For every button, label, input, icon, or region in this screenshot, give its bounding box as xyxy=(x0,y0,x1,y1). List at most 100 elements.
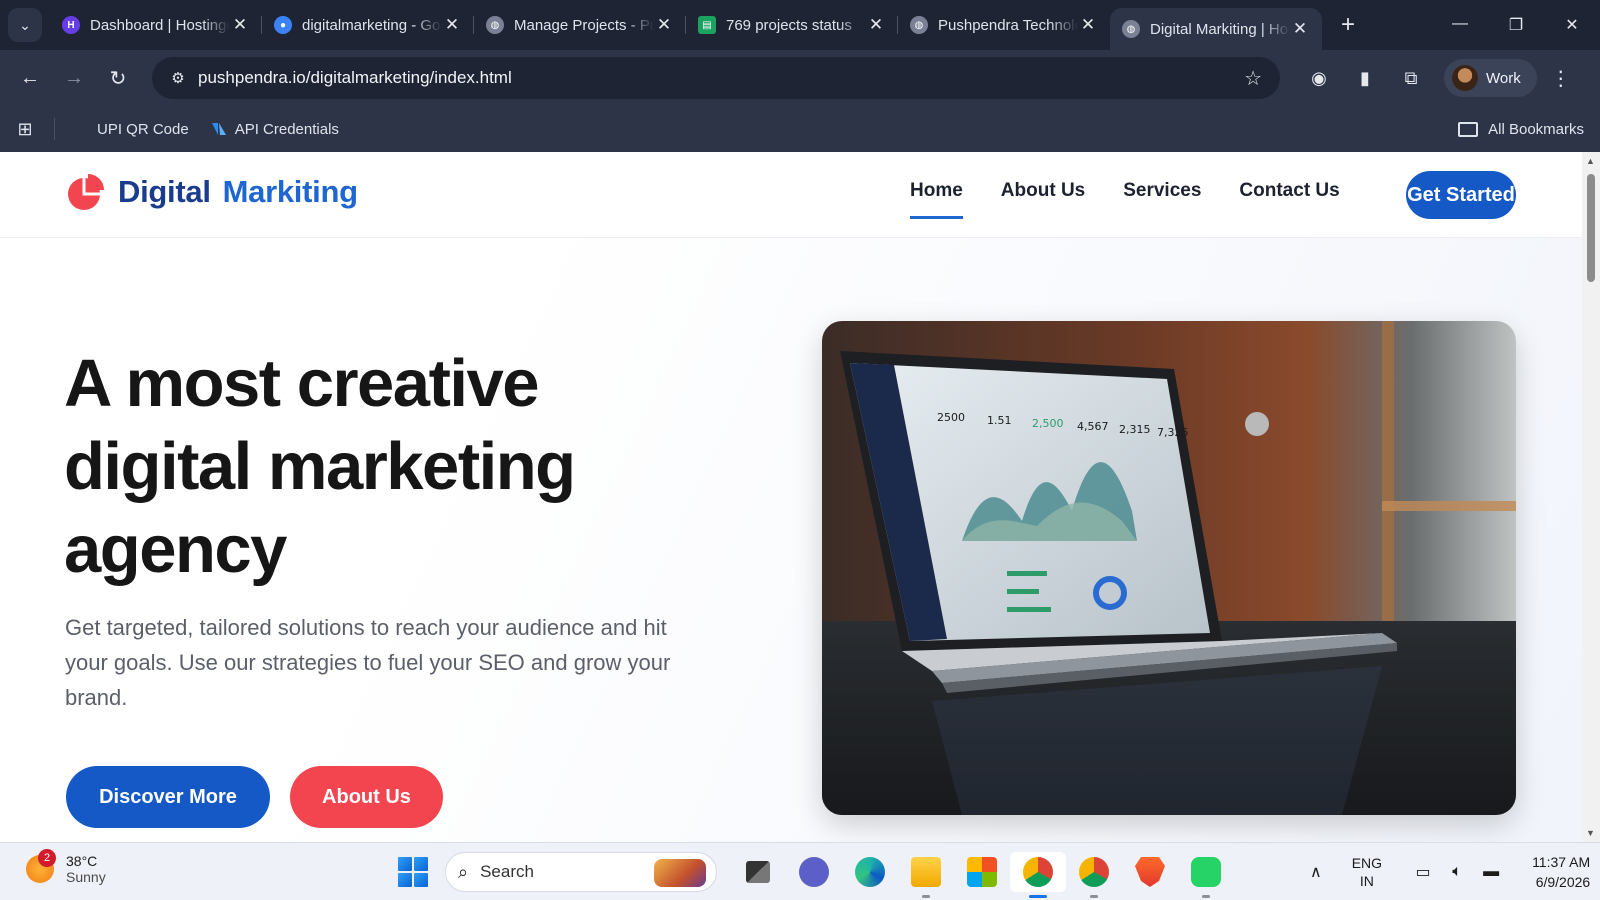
clipboard-icon[interactable]: ▮ xyxy=(1342,68,1388,89)
chrome-other-button[interactable] xyxy=(1066,852,1122,898)
close-icon[interactable]: ✕ xyxy=(442,15,462,35)
browser-tab[interactable]: ◍ Pushpendra Technologies ✕ xyxy=(898,0,1110,50)
tab-title: Dashboard | Hostinger xyxy=(90,16,230,34)
toolbar-actions: ◉ ▮ ⧉ Work ⋮ xyxy=(1296,50,1571,106)
folder-icon xyxy=(911,857,941,887)
teams-icon xyxy=(799,857,829,887)
battery-icon[interactable]: ▬ xyxy=(1474,863,1508,881)
scroll-up-icon[interactable]: ▲ xyxy=(1586,156,1595,166)
close-icon[interactable]: ✕ xyxy=(230,15,250,35)
browser-tab[interactable]: ● digitalmarketing - Google Drive ✕ xyxy=(262,0,474,50)
logo-text: Digital Markiting xyxy=(118,174,358,210)
close-icon[interactable]: ✕ xyxy=(866,15,886,35)
restore-button[interactable]: ❐ xyxy=(1488,15,1544,35)
logo-text-part1: Digital xyxy=(118,174,211,209)
browser-tab[interactable]: ▤ 769 projects status ✕ xyxy=(686,0,898,50)
nav-contact-us[interactable]: Contact Us xyxy=(1239,180,1339,219)
tab-search-button[interactable]: ⌄ xyxy=(8,8,42,42)
bookmark-star-icon[interactable]: ☆ xyxy=(1244,66,1262,91)
close-window-button[interactable]: ✕ xyxy=(1544,15,1600,35)
laptop-stat: 7,325 xyxy=(1157,426,1189,439)
browser-tab[interactable]: H Dashboard | Hostinger ✕ xyxy=(50,0,262,50)
store-icon xyxy=(967,857,997,887)
whatsapp-button[interactable] xyxy=(1178,852,1234,898)
bookmark-label: API Credentials xyxy=(234,120,339,138)
reload-button[interactable]: ↻ xyxy=(96,66,140,91)
clock[interactable]: 11:37 AM 6/9/2026 xyxy=(1532,852,1590,892)
brave-button[interactable] xyxy=(1122,852,1178,892)
close-icon[interactable]: ✕ xyxy=(1290,19,1310,39)
close-icon[interactable]: ✕ xyxy=(1078,15,1098,35)
notification-badge: 2 xyxy=(38,849,56,867)
laptop-stat: 2,315 xyxy=(1119,423,1151,436)
running-indicator xyxy=(1029,895,1047,898)
all-bookmarks-button[interactable]: All Bookmarks xyxy=(1458,121,1584,138)
hostinger-favicon-icon: H xyxy=(62,16,80,34)
search-label: Search xyxy=(480,862,534,881)
task-view-button[interactable] xyxy=(730,852,786,892)
store-button[interactable] xyxy=(954,852,1010,892)
tab-title: Pushpendra Technologies xyxy=(938,16,1078,34)
address-bar[interactable]: ⚙ pushpendra.io/digitalmarketing/index.h… xyxy=(152,57,1280,99)
laptop-illustration: 2500 1.51 2,500 4,567 2,315 7,325 xyxy=(822,321,1516,815)
search-icon: ⌕ xyxy=(458,861,469,882)
site-info-button[interactable]: ⚙ xyxy=(158,69,198,87)
apps-grid-icon[interactable]: ⊞ xyxy=(0,119,50,140)
teams-button[interactable] xyxy=(786,852,842,892)
running-indicator xyxy=(1202,895,1210,898)
camera-icon[interactable]: ◉ xyxy=(1296,68,1342,89)
new-tab-button[interactable]: + xyxy=(1328,11,1368,39)
nav-home[interactable]: Home xyxy=(910,180,963,219)
more-menu-icon[interactable]: ⋮ xyxy=(1551,66,1571,91)
running-indicator xyxy=(1090,895,1098,898)
url-text[interactable]: pushpendra.io/digitalmarketing/index.htm… xyxy=(198,68,512,88)
file-explorer-button[interactable] xyxy=(898,852,954,898)
tab-title: Digital Markiting | Home xyxy=(1150,20,1290,38)
close-icon[interactable]: ✕ xyxy=(654,15,674,35)
globe-icon: ◍ xyxy=(1122,20,1140,38)
start-button[interactable] xyxy=(398,857,428,887)
bookmark-item[interactable]: API Credentials xyxy=(211,121,339,138)
tab-title: Manage Projects - Pushpendra xyxy=(514,16,654,34)
nav-about-us[interactable]: About Us xyxy=(1001,180,1085,219)
browser-tab-bar: ⌄ H Dashboard | Hostinger ✕ ● digitalmar… xyxy=(0,0,1600,50)
about-us-button[interactable]: About Us xyxy=(290,766,443,828)
chrome-work-button[interactable] xyxy=(1010,852,1066,898)
network-icon[interactable]: ▭ xyxy=(1406,862,1440,882)
bookmark-item[interactable]: UPI QR Code xyxy=(97,121,189,138)
volume-icon[interactable]: 🔈︎ xyxy=(1440,863,1474,881)
windows-logo-icon xyxy=(414,857,428,871)
pie-chart-logo-icon xyxy=(68,174,104,210)
avatar xyxy=(1452,65,1478,91)
language-indicator[interactable]: ENG IN xyxy=(1352,854,1382,890)
forward-button[interactable]: → xyxy=(52,67,96,90)
taskbar-search[interactable]: ⌕ Search xyxy=(445,852,717,892)
chevron-up-icon[interactable]: ∧ xyxy=(1310,862,1322,882)
page-scrollbar[interactable]: ▲ ▼ xyxy=(1582,152,1600,842)
sun-icon: 2 xyxy=(26,849,56,883)
edge-button[interactable] xyxy=(842,852,898,892)
windows-logo-icon xyxy=(414,873,428,887)
minimize-button[interactable]: — xyxy=(1432,15,1488,35)
close-icon: ✕ xyxy=(1565,17,1579,34)
globe-icon: ◍ xyxy=(910,16,928,34)
restore-icon: ❐ xyxy=(1508,17,1524,34)
scroll-thumb[interactable] xyxy=(1587,174,1595,282)
profile-button[interactable]: Work xyxy=(1444,59,1537,97)
bookmark-divider xyxy=(54,118,55,140)
minimize-icon: — xyxy=(1452,15,1468,32)
windows-logo-icon xyxy=(398,873,412,887)
hero-image-laptop: 2500 1.51 2,500 4,567 2,315 7,325 xyxy=(822,321,1516,815)
extensions-icon[interactable]: ⧉ xyxy=(1388,68,1434,89)
weather-widget[interactable]: 2 38°C Sunny xyxy=(26,849,106,885)
scroll-down-icon[interactable]: ▼ xyxy=(1586,828,1595,838)
browser-tab-active[interactable]: ◍ Digital Markiting | Home ✕ xyxy=(1110,8,1322,50)
browser-tab[interactable]: ◍ Manage Projects - Pushpendra ✕ xyxy=(474,0,686,50)
discover-more-button[interactable]: Discover More xyxy=(66,766,270,828)
weather-condition: Sunny xyxy=(66,869,106,885)
nav-services[interactable]: Services xyxy=(1123,180,1201,219)
back-button[interactable]: ← xyxy=(8,67,52,90)
get-started-button[interactable]: Get Started xyxy=(1406,171,1516,219)
site-logo[interactable]: Digital Markiting xyxy=(66,172,358,212)
language-bottom: IN xyxy=(1359,873,1374,889)
